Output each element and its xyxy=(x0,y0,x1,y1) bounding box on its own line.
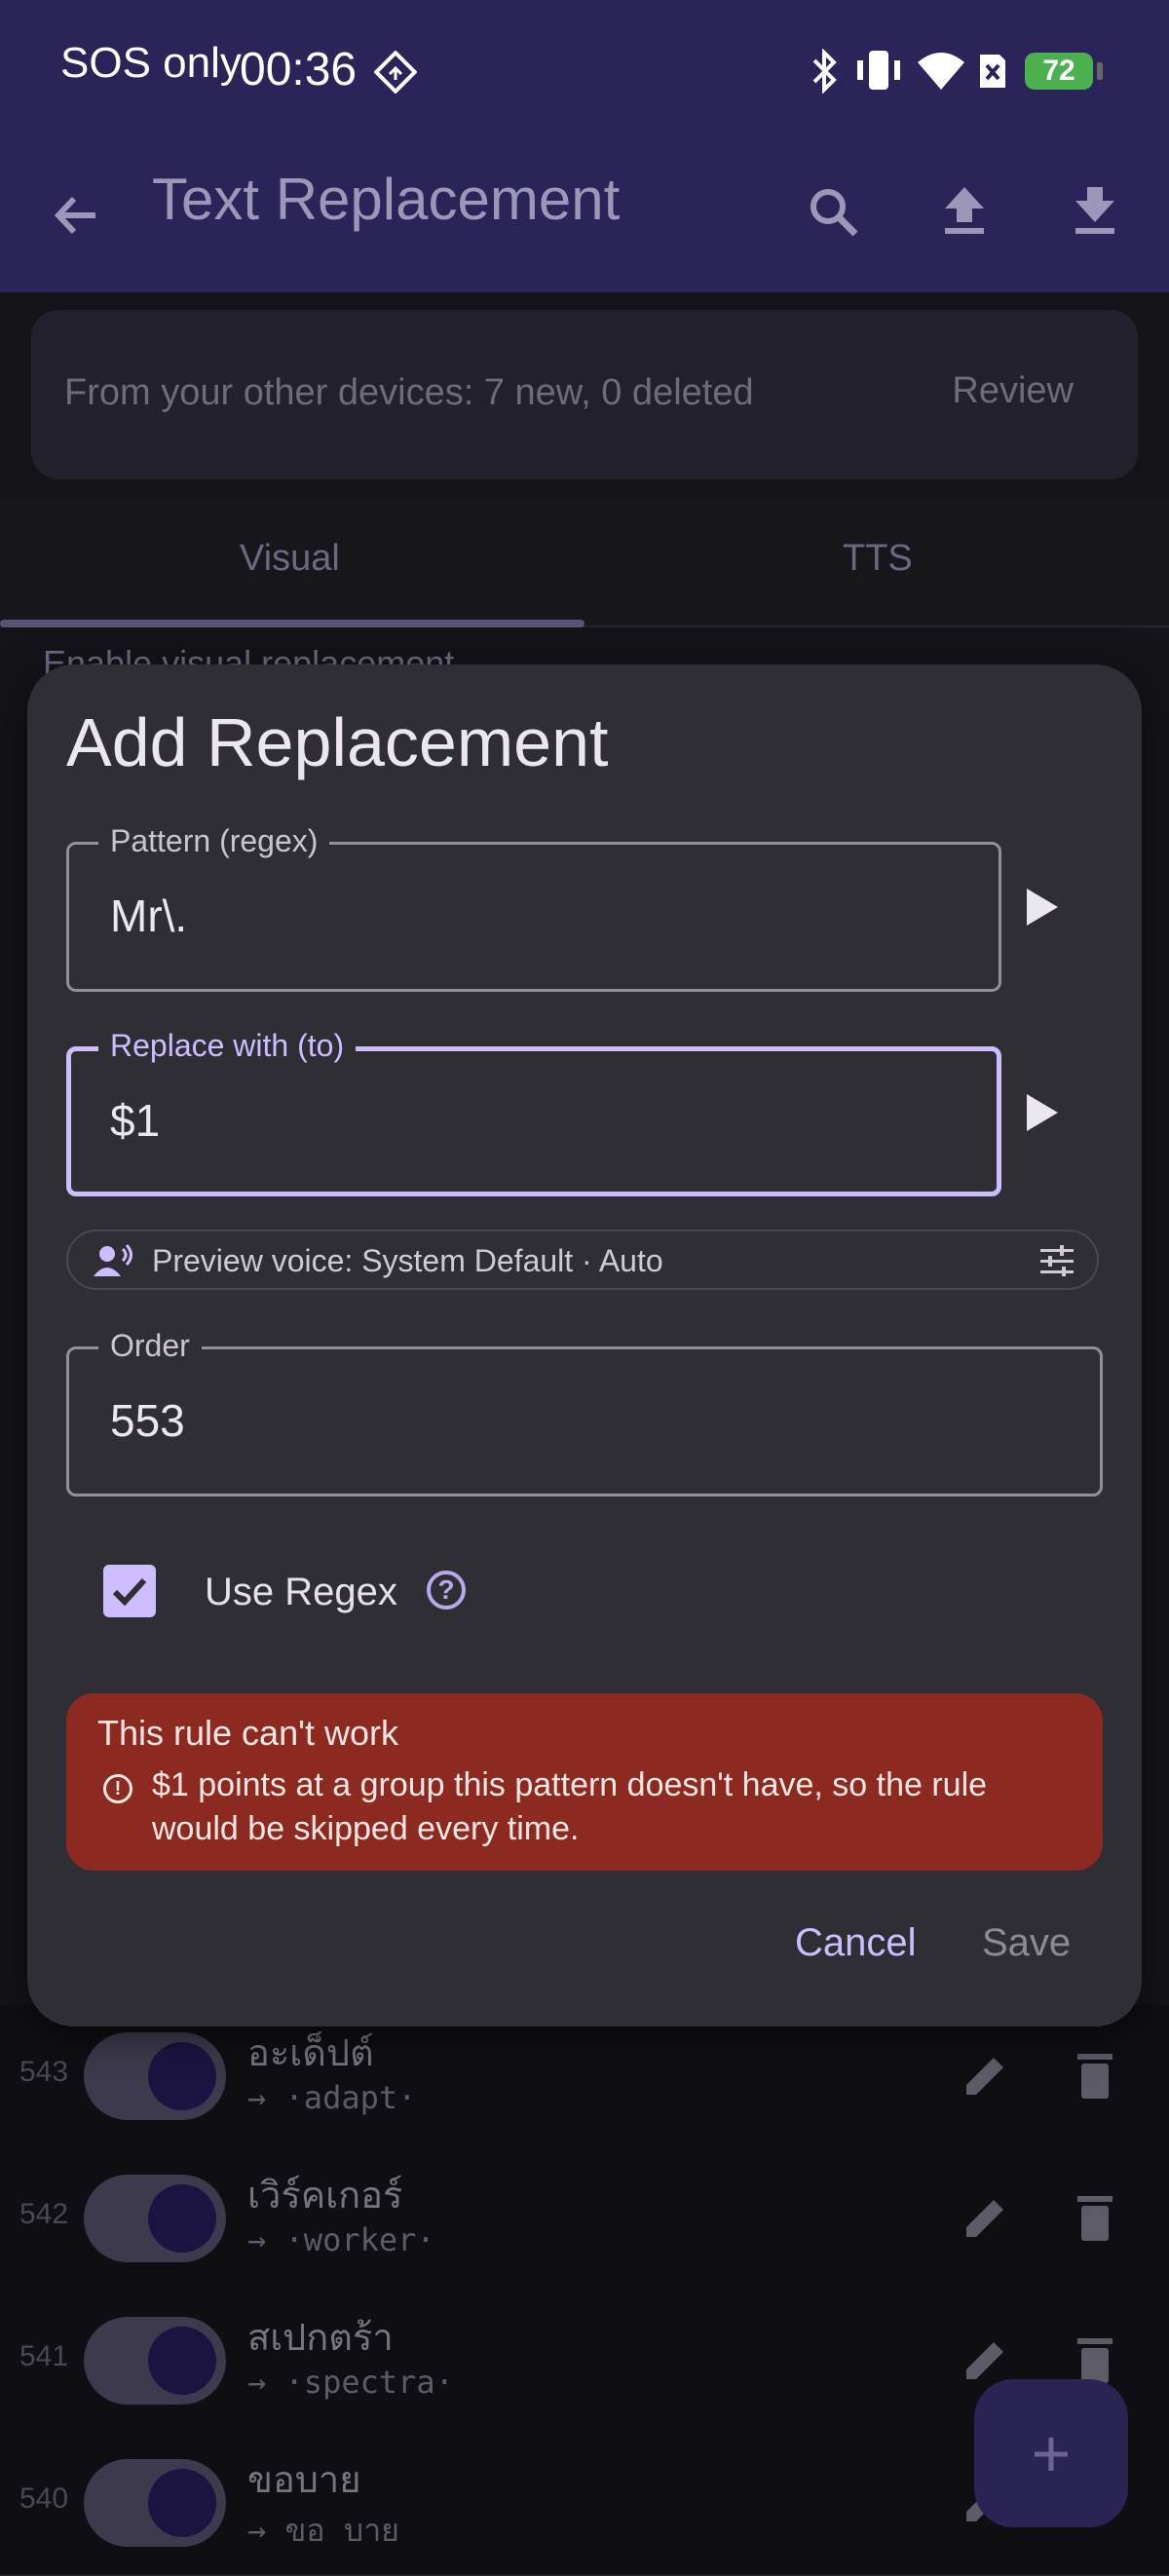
replace-with-field[interactable]: Replace with (to) $1 xyxy=(66,1026,1001,1196)
delete-icon[interactable] xyxy=(1070,2048,1120,2102)
status-bar: SOS only 00:36 72 xyxy=(0,0,1169,146)
delete-icon[interactable] xyxy=(1070,2190,1120,2245)
battery-nub xyxy=(1097,62,1103,80)
error-icon: ! xyxy=(103,1774,132,1803)
error-message: $1 points at a group this pattern doesn'… xyxy=(152,1766,988,1847)
review-button[interactable]: Review xyxy=(952,370,1074,412)
battery-indicator: 72 xyxy=(1025,53,1093,90)
play-pattern-icon[interactable] xyxy=(1027,889,1058,926)
rule-toggle[interactable] xyxy=(84,2175,226,2262)
tab-visual[interactable]: Visual xyxy=(240,538,340,580)
pattern-value[interactable]: Mr\. xyxy=(110,890,187,942)
tab-tts[interactable]: TTS xyxy=(843,538,913,580)
rule-to: → ขอ บาย xyxy=(247,2512,399,2549)
help-icon[interactable]: ? xyxy=(427,1571,466,1610)
use-regex-label: Use Regex xyxy=(205,1571,397,1613)
sync-banner: From your other devices: 7 new, 0 delete… xyxy=(31,310,1138,479)
order-label: Order xyxy=(98,1326,202,1365)
page-title: Text Replacement xyxy=(152,167,621,232)
order-value[interactable]: 553 xyxy=(110,1394,185,1447)
voice-person-icon xyxy=(94,1243,132,1276)
vibrate-icon xyxy=(857,51,900,90)
rule-from: เวิร์คเกอร์ xyxy=(247,2174,403,2216)
rule-order: 541 xyxy=(19,2340,69,2372)
search-icon[interactable] xyxy=(805,183,863,242)
preview-voice-chip[interactable]: Preview voice: System Default · Auto xyxy=(66,1230,1099,1290)
error-banner: This rule can't work ! $1 points at a gr… xyxy=(66,1693,1103,1871)
use-regex-checkbox[interactable] xyxy=(103,1565,156,1617)
play-replacement-icon[interactable] xyxy=(1027,1094,1058,1131)
back-arrow-icon[interactable] xyxy=(49,187,105,244)
add-rule-fab[interactable]: + xyxy=(974,2379,1128,2527)
replace-with-label: Replace with (to) xyxy=(98,1026,357,1065)
rule-from: อะเด็ปต์ xyxy=(247,2031,374,2074)
edit-icon[interactable] xyxy=(959,2048,1013,2102)
tab-bar: Visual TTS xyxy=(0,499,1169,627)
upload-icon[interactable] xyxy=(937,181,992,240)
cancel-button[interactable]: Cancel xyxy=(795,1921,917,1965)
clock: 00:36 xyxy=(240,44,358,95)
list-item: 542 เวิร์คเกอร์ → ·worker· xyxy=(0,2147,1169,2292)
check-icon xyxy=(112,1577,147,1607)
rule-order: 542 xyxy=(19,2198,69,2230)
carrier-text: SOS only xyxy=(60,39,242,87)
edit-icon[interactable] xyxy=(959,2190,1013,2245)
rule-order: 540 xyxy=(19,2482,69,2515)
sync-banner-text: From your other devices: 7 new, 0 delete… xyxy=(64,372,754,413)
download-icon[interactable] xyxy=(1068,181,1122,240)
order-field[interactable]: Order 553 xyxy=(66,1326,1103,1496)
save-button[interactable]: Save xyxy=(982,1921,1071,1965)
wifi-icon xyxy=(918,53,964,90)
rule-to: → ·spectra· xyxy=(247,2364,454,2401)
tune-icon[interactable] xyxy=(1040,1245,1074,1276)
no-sim-icon xyxy=(980,55,1005,88)
plus-icon: + xyxy=(1031,2415,1072,2491)
rule-to: → ·adapt· xyxy=(247,2079,417,2116)
rule-toggle[interactable] xyxy=(84,2032,226,2120)
rule-from: ขอบาย xyxy=(247,2458,361,2501)
rule-to: → ·worker· xyxy=(247,2221,435,2258)
rule-from: สเปกตร้า xyxy=(247,2316,394,2359)
dialog-title: Add Replacement xyxy=(66,704,609,780)
rule-toggle[interactable] xyxy=(84,2459,226,2547)
pattern-label: Pattern (regex) xyxy=(98,821,330,860)
list-item: 543 อะเด็ปต์ → ·adapt· xyxy=(0,2005,1169,2149)
error-title: This rule can't work xyxy=(97,1713,398,1753)
rule-toggle[interactable] xyxy=(84,2317,226,2405)
bluetooth-icon xyxy=(812,49,837,94)
preview-voice-text: Preview voice: System Default · Auto xyxy=(152,1243,663,1278)
rule-order: 543 xyxy=(19,2056,69,2088)
replace-with-value[interactable]: $1 xyxy=(110,1094,160,1147)
tab-indicator xyxy=(0,620,584,627)
location-diamond-icon xyxy=(374,51,417,94)
pattern-field[interactable]: Pattern (regex) Mr\. xyxy=(66,821,1001,992)
add-replacement-dialog: Add Replacement Pattern (regex) Mr\. Rep… xyxy=(27,664,1142,2027)
